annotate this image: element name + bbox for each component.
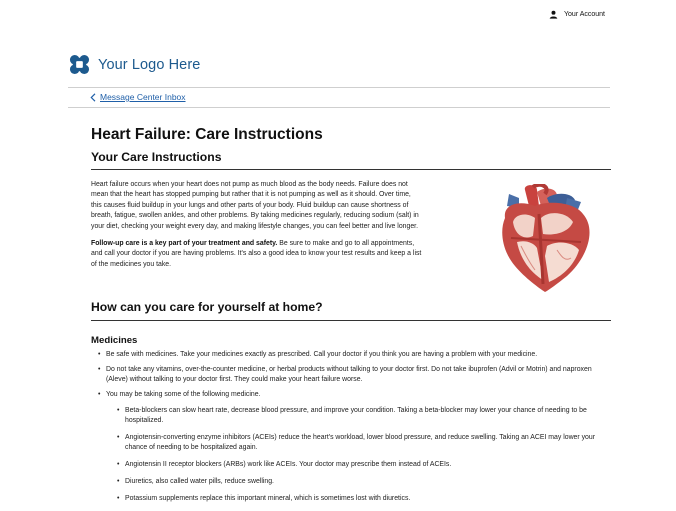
chevron-left-icon [90, 92, 96, 102]
back-link-label: Message Center Inbox [100, 92, 186, 102]
header-divider [68, 87, 610, 88]
list-item: Angiotensin II receptor blockers (ARBs) … [117, 460, 611, 470]
page-title: Heart Failure: Care Instructions [91, 126, 323, 143]
list-item: Be safe with medicines. Take your medici… [98, 350, 611, 360]
home-care-title: How can you care for yourself at home? [91, 299, 611, 321]
followup-bold: Follow-up care is a key part of your tre… [91, 240, 278, 248]
list-item: You may be taking some of the following … [98, 390, 611, 504]
list-item: Angiotensin-converting enzyme inhibitors… [117, 433, 611, 453]
list-item: Potassium supplements replace this impor… [117, 494, 611, 504]
list-item: Do not take any vitamins, over-the-count… [98, 365, 611, 385]
medicines-list: Be safe with medicines. Take your medici… [91, 350, 611, 504]
account-label: Your Account [564, 11, 605, 18]
followup-paragraph: Follow-up care is a key part of your tre… [91, 239, 423, 270]
site-logo[interactable]: Your Logo Here [69, 54, 200, 75]
section-title: Your Care Instructions [91, 149, 611, 170]
logo-icon [69, 54, 90, 75]
nav-divider [68, 107, 610, 108]
list-item-text: You may be taking some of the following … [106, 391, 261, 398]
intro-block: Heart failure occurs when your heart doe… [91, 180, 611, 295]
list-item: Diuretics, also called water pills, redu… [117, 477, 611, 487]
heart-illustration [502, 184, 590, 292]
your-account-link[interactable]: Your Account [549, 10, 605, 19]
list-item: Beta-blockers can slow heart rate, decre… [117, 406, 611, 426]
care-instructions-content: Heart Failure: Care Instructions Your Ca… [91, 124, 611, 511]
person-icon [549, 10, 558, 19]
back-to-inbox-link[interactable]: Message Center Inbox [90, 92, 186, 102]
medicine-types-list: Beta-blockers can slow heart rate, decre… [106, 406, 611, 504]
logo-text: Your Logo Here [98, 56, 201, 73]
medicines-title: Medicines [91, 335, 138, 346]
intro-paragraph: Heart failure occurs when your heart doe… [91, 181, 419, 230]
